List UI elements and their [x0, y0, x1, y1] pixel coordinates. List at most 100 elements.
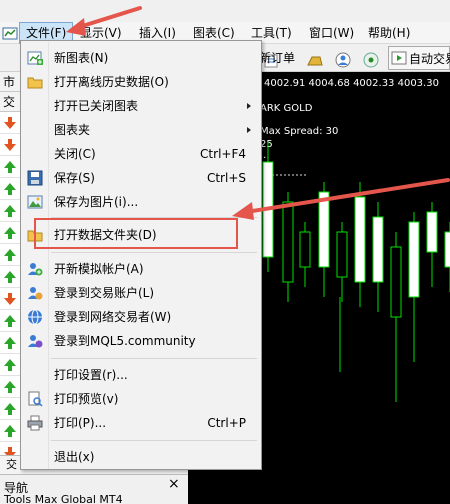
arrow-up-icon: [4, 249, 16, 261]
profile-icon[interactable]: [334, 49, 352, 71]
open-folder-icon: [27, 77, 43, 89]
menu-shortcut: Ctrl+P: [207, 416, 246, 430]
login-account-icon: [28, 287, 43, 300]
arrow-up-icon: [4, 161, 16, 173]
candle-body: [444, 231, 450, 268]
menu-help[interactable]: 帮助(H): [362, 22, 416, 44]
market-row[interactable]: [0, 178, 20, 200]
market-row[interactable]: [0, 134, 20, 156]
candle-body: [372, 216, 384, 283]
menu-label: 打开离线历史数据(O): [54, 75, 169, 89]
menu-label: 新图表(N): [54, 51, 109, 65]
submenu-arrow-icon: [247, 103, 251, 109]
annotation-highlight-box: [34, 218, 238, 249]
market-row[interactable]: [0, 376, 20, 398]
market-row[interactable]: [0, 244, 20, 266]
menu-window[interactable]: 窗口(W): [303, 22, 360, 44]
arrow-up-icon: [4, 381, 16, 393]
arrow-up-icon: [4, 425, 16, 437]
navigator-root-item[interactable]: Tools Max Global MT4: [4, 493, 123, 504]
auto-trading-button[interactable]: 自动交易: [388, 46, 450, 70]
new-order-button[interactable]: 新订单: [259, 47, 295, 69]
menu-item-open-demo-account[interactable]: 开新模拟帐户(A): [22, 257, 260, 281]
menu-label: 关闭(C): [54, 147, 96, 161]
market-watch-panel: 市场 交易: [0, 72, 20, 504]
menu-shortcut: Ctrl+F4: [200, 147, 246, 161]
web-trader-icon: [28, 309, 42, 325]
demo-account-icon: [28, 263, 43, 276]
annotation-arrow-data-folder: [232, 178, 450, 220]
submenu-arrow-icon: [247, 127, 251, 133]
arrow-up-icon: [4, 315, 16, 327]
candle-body: [299, 231, 311, 268]
app-chart-icon[interactable]: [2, 25, 18, 41]
arrow-down-icon: [4, 139, 16, 151]
bottom-tab-stub[interactable]: 交: [0, 455, 20, 474]
gold-bar-icon[interactable]: [306, 50, 324, 72]
market-row[interactable]: [0, 420, 20, 442]
mql5-community-icon: [28, 335, 43, 348]
menu-item-login-mql5[interactable]: 登录到MQL5.community: [22, 329, 260, 353]
menu-item-print[interactable]: 打印(P)... Ctrl+P: [22, 411, 260, 435]
market-row[interactable]: [0, 354, 20, 376]
menu-item-profiles[interactable]: 图表夹: [22, 118, 260, 142]
menu-label: 打开已关闭图表: [54, 99, 139, 113]
arrow-up-icon: [4, 403, 16, 415]
menu-separator: [51, 440, 257, 441]
save-floppy-icon: [27, 170, 43, 186]
menu-item-reopen-closed[interactable]: 打开已关闭图表: [22, 94, 260, 118]
market-row[interactable]: [0, 310, 20, 332]
menu-label: 登录到网络交易者(W): [54, 310, 172, 324]
menu-label: 登录到交易账户(L): [54, 286, 155, 300]
arrow-up-icon: [4, 183, 16, 195]
market-row[interactable]: [0, 398, 20, 420]
menu-item-new-chart[interactable]: 新图表(N): [22, 46, 260, 70]
candle-body: [336, 231, 348, 278]
arrow-up-icon: [4, 337, 16, 349]
new-chart-icon: [27, 51, 43, 65]
menu-label: 打印设置(r)...: [54, 368, 128, 382]
menu-item-open-offline[interactable]: 打开离线历史数据(O): [22, 70, 260, 94]
save-picture-icon: [27, 195, 43, 209]
arrow-down-icon: [4, 117, 16, 129]
auto-trading-label: 自动交易: [409, 52, 450, 66]
menu-item-save[interactable]: 保存(S) Ctrl+S: [22, 166, 260, 190]
menu-separator: [51, 358, 257, 359]
market-row[interactable]: [0, 200, 20, 222]
candle-body: [390, 246, 402, 318]
menu-item-close[interactable]: 关闭(C) Ctrl+F4: [22, 142, 260, 166]
menu-label: 开新模拟帐户(A): [54, 262, 144, 276]
printer-icon: [27, 415, 43, 431]
market-row[interactable]: [0, 156, 20, 178]
auto-trading-icon: [391, 51, 407, 65]
menu-item-print-preview[interactable]: 打印预览(v): [22, 387, 260, 411]
file-menu-dropdown: 新图表(N) 打开离线历史数据(O) 打开已关闭图表 图表夹 关闭(C) Ctr…: [20, 40, 262, 470]
market-row[interactable]: [0, 112, 20, 134]
menu-item-exit[interactable]: 退出(x): [22, 445, 260, 469]
menu-label: 图表夹: [54, 123, 91, 137]
arrow-up-icon: [4, 271, 16, 283]
candle-body: [408, 221, 420, 298]
print-preview-icon: [28, 391, 43, 407]
menu-label: 退出(x): [54, 450, 95, 464]
market-row[interactable]: [0, 266, 20, 288]
market-row[interactable]: [0, 222, 20, 244]
arrow-down-icon: [4, 293, 16, 305]
menu-label: 保存(S): [54, 171, 95, 185]
menu-item-print-setup[interactable]: 打印设置(r)...: [22, 363, 260, 387]
arrow-up-icon: [4, 359, 16, 371]
menu-label: 保存为图片(i)...: [54, 195, 139, 209]
menu-item-save-as-picture[interactable]: 保存为图片(i)...: [22, 190, 260, 214]
menu-item-login-web-trader[interactable]: 登录到网络交易者(W): [22, 305, 260, 329]
annotation-arrow-file-menu: [66, 6, 142, 36]
close-icon[interactable]: ×: [168, 476, 180, 492]
menu-label: 打印(P)...: [54, 416, 107, 430]
market-row[interactable]: [0, 288, 20, 310]
market-watch-tab[interactable]: 市场: [0, 72, 20, 92]
menu-label: 打印预览(v): [54, 392, 119, 406]
market-row[interactable]: [0, 332, 20, 354]
menu-label: 登录到MQL5.community: [54, 334, 196, 348]
signal-icon[interactable]: [362, 49, 380, 71]
menu-item-login-trade-account[interactable]: 登录到交易账户(L): [22, 281, 260, 305]
symbol-tab[interactable]: 交易: [0, 92, 20, 112]
